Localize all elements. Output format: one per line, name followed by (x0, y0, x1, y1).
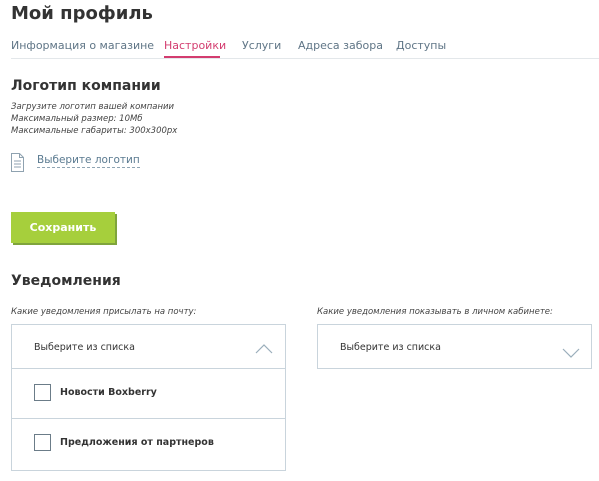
email-dropdown-placeholder: Выберите из списка (34, 342, 135, 353)
email-notifications-label: Какие уведомления присылать на почту: (11, 307, 197, 317)
document-icon[interactable] (11, 153, 24, 172)
tab-pickup-addresses[interactable]: Адреса забора (298, 39, 383, 52)
option-label: Новости Boxberry (60, 387, 157, 398)
page-title: Мой профиль (11, 3, 153, 24)
option-label: Предложения от партнеров (60, 437, 214, 448)
save-button[interactable]: Сохранить (11, 212, 115, 243)
logo-hint-dimensions: Максимальные габариты: 300x300px (11, 126, 178, 136)
option-boxberry-news[interactable]: Новости Boxberry (12, 368, 285, 418)
logo-hint-upload: Загрузите логотип вашей компании (11, 102, 175, 112)
email-notifications-dropdown: Выберите из списка Новости Boxberry Пред… (11, 324, 286, 471)
chevron-down-icon[interactable] (562, 343, 580, 358)
chevron-up-icon[interactable] (255, 339, 273, 354)
cabinet-notifications-label: Какие уведомления показывать в личном ка… (317, 307, 553, 317)
tab-store-info[interactable]: Информация о магазине (11, 39, 154, 52)
checkbox-partner-offers[interactable] (34, 434, 51, 451)
cabinet-notifications-dropdown[interactable]: Выберите из списка (317, 324, 592, 369)
tab-settings[interactable]: Настройки (164, 39, 226, 52)
logo-hint-size: Максимальный размер: 10Мб (11, 114, 143, 124)
logo-section-title: Логотип компании (11, 78, 161, 94)
tab-services[interactable]: Услуги (242, 39, 281, 52)
option-partner-offers[interactable]: Предложения от партнеров (12, 418, 285, 468)
tab-access[interactable]: Доступы (396, 39, 446, 52)
email-notifications-select[interactable]: Выберите из списка (12, 325, 285, 368)
tabs-divider (11, 58, 599, 59)
choose-logo-link[interactable]: Выберите логотип (37, 154, 140, 168)
notifications-section-title: Уведомления (11, 273, 121, 289)
active-tab-indicator (164, 56, 220, 58)
cabinet-dropdown-placeholder: Выберите из списка (340, 342, 441, 353)
checkbox-boxberry-news[interactable] (34, 384, 51, 401)
tab-bar: Информация о магазине Настройки Услуги А… (0, 37, 599, 60)
